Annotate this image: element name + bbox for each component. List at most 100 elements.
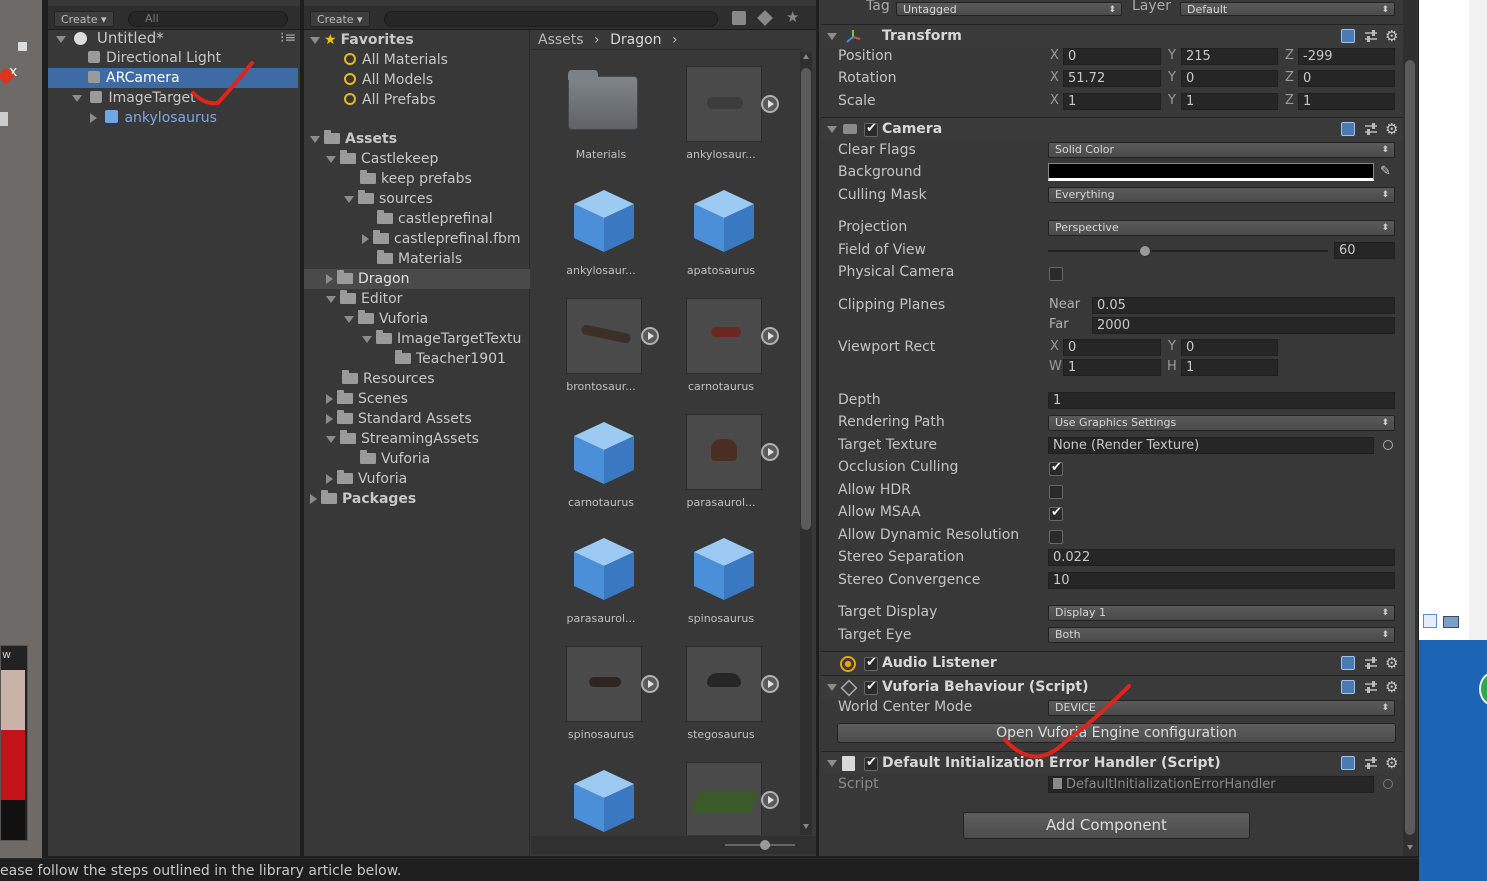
expand-icon[interactable] (310, 494, 317, 504)
gear-icon[interactable]: ⚙ (1385, 29, 1399, 44)
folder-streamingassets[interactable]: StreamingAssets (326, 429, 479, 449)
help-book-icon[interactable] (1341, 122, 1355, 136)
help-book-icon[interactable] (1341, 680, 1355, 694)
scroll-thumb[interactable] (801, 68, 811, 530)
hierarchy-item-imagetarget[interactable]: ImageTarget (72, 88, 196, 108)
preset-sliders-icon[interactable] (1364, 122, 1378, 136)
asset-ankylosaurus-prefab[interactable]: ankylosaur... (541, 182, 661, 298)
physical-camera-checkbox[interactable] (1049, 267, 1063, 281)
gear-icon[interactable]: ⚙ (1385, 122, 1399, 137)
hierarchy-item-directional-light[interactable]: Directional Light (88, 48, 221, 68)
preset-sliders-icon[interactable] (1364, 680, 1378, 694)
scale-x-field[interactable]: 1 (1063, 93, 1161, 110)
viewport-w-field[interactable]: 1 (1063, 359, 1161, 376)
fov-field[interactable]: 60 (1334, 242, 1395, 259)
folder-scenes[interactable]: Scenes (326, 389, 408, 409)
preset-sliders-icon[interactable] (1364, 29, 1378, 43)
allow-msaa-checkbox[interactable] (1049, 505, 1063, 521)
folder-castleprefinal-fbm[interactable]: castleprefinal.fbm (362, 229, 521, 249)
menu-icon[interactable]: ⁝≡ (280, 28, 296, 48)
folder-imagetargettextures[interactable]: ImageTargetTextu (362, 329, 521, 349)
asset-apatosaurus-prefab[interactable]: apatosaurus (661, 182, 781, 298)
filter-type-icon[interactable] (732, 11, 746, 25)
play-icon[interactable] (761, 791, 779, 809)
expand-icon[interactable] (362, 234, 369, 244)
folder-keep-prefabs[interactable]: keep prefabs (360, 169, 472, 189)
expand-icon[interactable] (326, 274, 333, 284)
expand-icon[interactable] (310, 135, 320, 143)
expand-icon[interactable] (362, 335, 372, 343)
folder-castlekeep[interactable]: Castlekeep (326, 149, 438, 169)
asset-materials-folder[interactable]: Materials (541, 66, 661, 182)
position-x-field[interactable]: 0 (1063, 48, 1161, 65)
asset-stegosaurus-model[interactable]: stegosaurus (661, 646, 781, 762)
rotation-y-field[interactable]: 0 (1181, 70, 1278, 87)
expand-icon[interactable] (326, 295, 336, 303)
rotation-x-field[interactable]: 51.72 (1063, 70, 1161, 87)
expand-icon[interactable] (90, 113, 97, 123)
asset-spinosaurus-prefab[interactable]: spinosaurus (661, 530, 781, 646)
asset-prefab-partial[interactable] (541, 762, 661, 835)
help-book-icon[interactable] (1341, 656, 1355, 670)
asset-terrain-model-partial[interactable] (661, 762, 781, 835)
clear-flags-dropdown[interactable]: Solid Color (1048, 142, 1395, 158)
help-book-icon[interactable] (1341, 756, 1355, 770)
external-window[interactable] (1419, 0, 1487, 881)
scroll-thumb[interactable] (1405, 60, 1415, 835)
allow-hdr-checkbox[interactable] (1049, 485, 1063, 499)
near-field[interactable]: 0.05 (1092, 297, 1395, 314)
gear-icon[interactable]: ⚙ (1385, 756, 1399, 771)
expand-icon[interactable] (56, 35, 66, 43)
asset-spinosaurus-model[interactable]: spinosaurus (541, 646, 661, 762)
culling-mask-dropdown[interactable]: Everything (1048, 187, 1395, 203)
hierarchy-item-ankylosaurus[interactable]: ankylosaurus (90, 108, 217, 128)
camera-header[interactable]: Camera ⚙ (821, 117, 1403, 141)
play-icon[interactable] (761, 675, 779, 693)
preset-sliders-icon[interactable] (1364, 656, 1378, 670)
favorite-item[interactable]: All Models (344, 70, 433, 90)
folder-materials[interactable]: Materials (377, 249, 462, 269)
far-field[interactable]: 2000 (1092, 317, 1395, 334)
game-view-window[interactable]: w (0, 645, 28, 841)
camera-enabled-checkbox[interactable] (864, 121, 878, 137)
folder-dragon[interactable]: Dragon (304, 269, 530, 289)
favorite-item[interactable]: All Materials (344, 50, 448, 70)
folder-teacher1901[interactable]: Teacher1901 (395, 349, 506, 369)
vuforia-enabled-checkbox[interactable] (864, 679, 878, 695)
open-vuforia-config-button[interactable]: Open Vuforia Engine configuration (837, 723, 1396, 743)
depth-field[interactable]: 1 (1048, 392, 1395, 409)
play-icon[interactable] (641, 327, 659, 345)
expand-icon[interactable] (326, 394, 333, 404)
folder-castleprefinal[interactable]: castleprefinal (377, 209, 493, 229)
hierarchy-item-arcamera[interactable]: ARCamera (48, 68, 298, 88)
object-picker-icon[interactable] (1383, 440, 1393, 450)
favorite-star-icon[interactable]: ★ (786, 8, 799, 26)
project-create-button[interactable]: Create ▾ (310, 11, 370, 27)
scale-z-field[interactable]: 1 (1298, 93, 1395, 110)
folder-standard-assets[interactable]: Standard Assets (326, 409, 472, 429)
expand-icon[interactable] (72, 94, 82, 102)
viewport-y-field[interactable]: 0 (1181, 339, 1278, 356)
target-display-dropdown[interactable]: Display 1 (1048, 605, 1395, 621)
eyedropper-icon[interactable]: ✎ (1380, 164, 1391, 179)
foldout-icon[interactable] (827, 684, 837, 691)
audio-listener-enabled-checkbox[interactable] (864, 655, 878, 671)
transform-header[interactable]: Transform ⚙ (821, 24, 1403, 48)
position-z-field[interactable]: -299 (1298, 48, 1395, 65)
filter-label-icon[interactable] (757, 10, 773, 26)
expand-icon[interactable] (326, 414, 333, 424)
layer-dropdown[interactable]: Default (1180, 2, 1395, 17)
add-component-button[interactable]: Add Component (963, 812, 1250, 839)
expand-icon[interactable] (326, 435, 336, 443)
image-view-icon[interactable] (1443, 616, 1459, 628)
thumbnail-size-slider[interactable] (531, 836, 816, 854)
expand-icon[interactable] (326, 155, 336, 163)
favorites-row[interactable]: ★ Favorites (310, 30, 414, 50)
occlusion-culling-checkbox[interactable] (1049, 460, 1063, 476)
fov-slider-knob[interactable] (1139, 245, 1152, 257)
asset-carnotaurus-prefab[interactable]: carnotaurus (541, 414, 661, 530)
folder-editor[interactable]: Editor (326, 289, 402, 309)
scroll-down-icon[interactable] (1407, 845, 1413, 850)
asset-parasaurolophus-model[interactable]: parasaurol... (661, 414, 781, 530)
viewport-x-field[interactable]: 0 (1063, 339, 1161, 356)
